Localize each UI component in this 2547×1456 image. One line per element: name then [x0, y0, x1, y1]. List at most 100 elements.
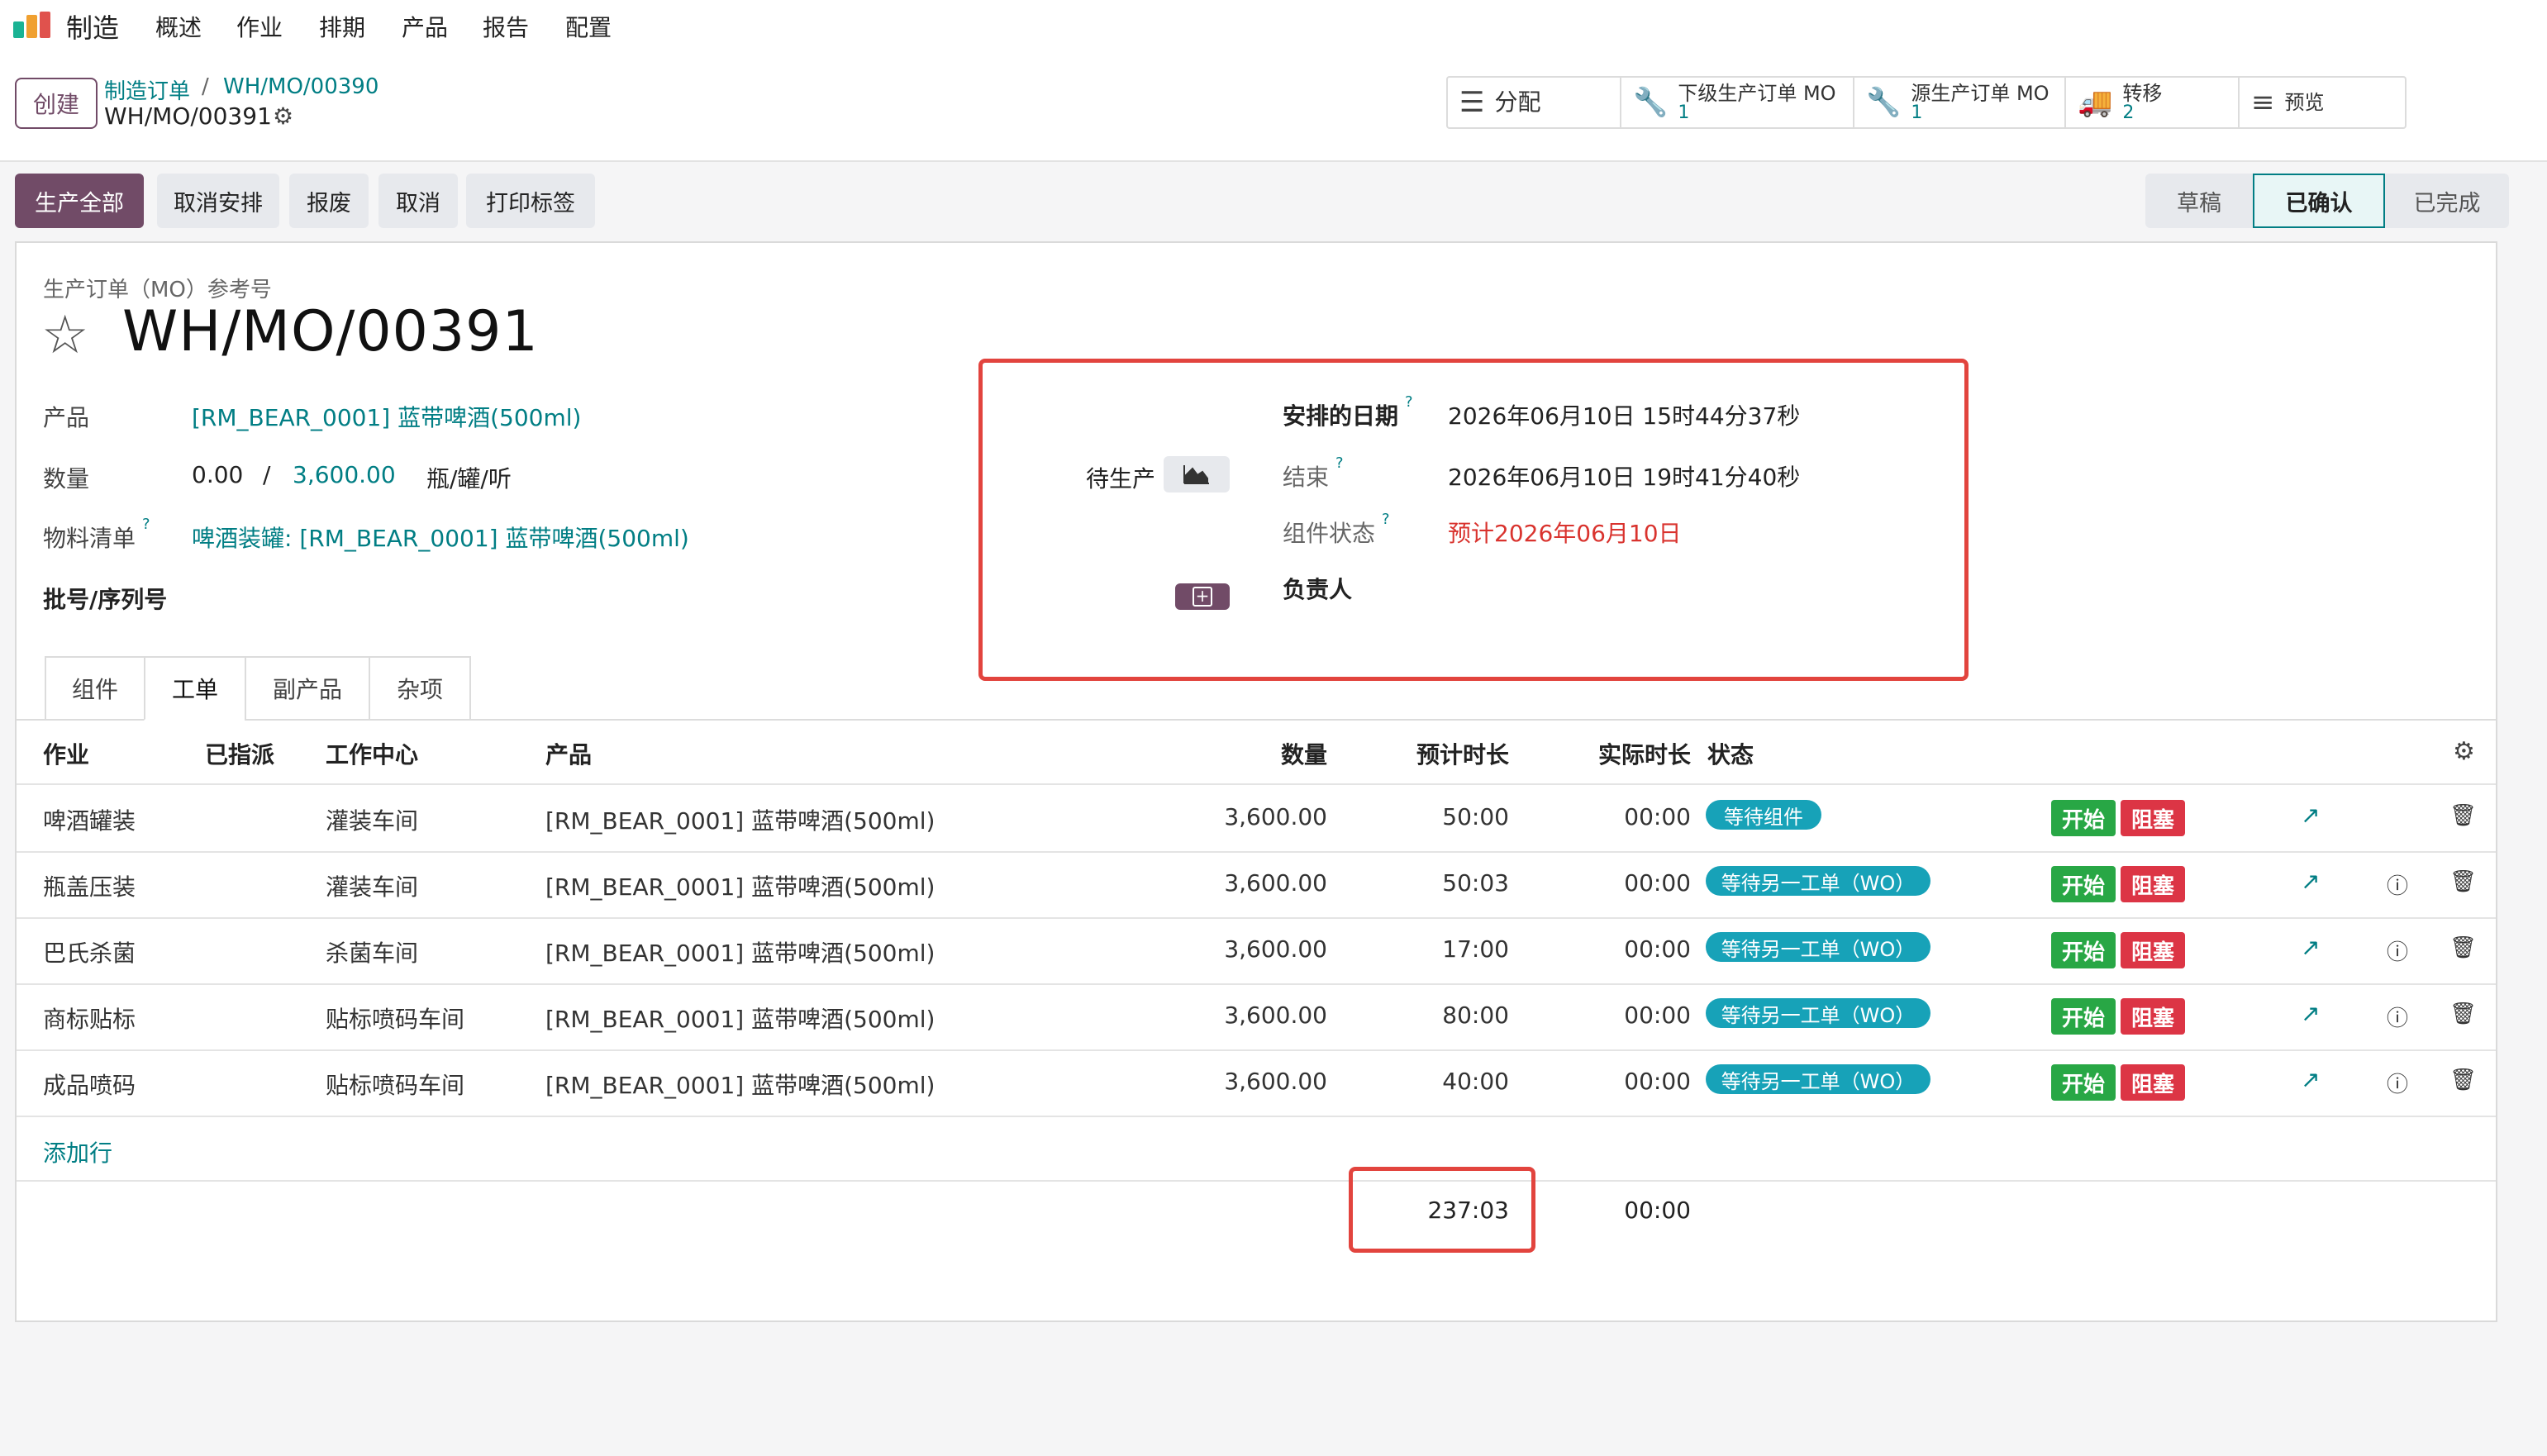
column-header-operation[interactable]: 作业 [43, 737, 89, 770]
component-status-label: 组件状态 [1283, 520, 1376, 547]
tab-work-orders[interactable]: 工单 [144, 656, 246, 721]
smart-buttons: ☰ 分配 🔧 下级生产订单 MO 1 🔧 源生产订单 MO 1 🚚 转移 2 ≡ 预览 [1446, 76, 2407, 129]
block-button[interactable]: 阻塞 [2121, 1064, 2185, 1101]
optional-columns-icon[interactable]: ⚙ [2453, 737, 2475, 766]
add-line-link[interactable]: 添加行 [43, 1135, 112, 1168]
real-duration-cell: 00:00 [1624, 869, 1691, 897]
status-badge: 等待另一工单（WO） [1706, 1064, 1930, 1094]
start-button[interactable]: 开始 [2051, 998, 2116, 1035]
block-button[interactable]: 阻塞 [2121, 998, 2185, 1035]
tab-by-products[interactable]: 副产品 [245, 656, 370, 721]
start-button[interactable]: 开始 [2051, 866, 2116, 902]
help-icon[interactable]: ? [1405, 393, 1413, 411]
start-button[interactable]: 开始 [2051, 800, 2116, 836]
manufacturing-app-icon[interactable] [13, 12, 51, 38]
trash-icon[interactable]: 🗑 [2449, 935, 2477, 960]
real-duration-cell: 00:00 [1624, 1002, 1691, 1029]
status-done[interactable]: 已完成 [2385, 174, 2509, 228]
add-responsible-button[interactable]: + [1175, 583, 1230, 610]
quantity-total[interactable]: 3,600.00 [293, 461, 396, 488]
smart-button-preview[interactable]: ≡ 预览 [2240, 78, 2405, 127]
product-label: 产品 [43, 404, 90, 431]
product-cell: [RM_BEAR_0001] 蓝带啤酒(500ml) [545, 807, 935, 835]
star-icon[interactable]: ☆ [41, 309, 88, 362]
quantity-unit[interactable]: 瓶/罐/听 [426, 461, 512, 494]
status-confirmed[interactable]: 已确认 [2253, 174, 2385, 228]
status-badge: 等待另一工单（WO） [1706, 866, 1930, 896]
column-header-workcenter[interactable]: 工作中心 [326, 737, 418, 770]
nav-menu-overview[interactable]: 概述 [155, 10, 202, 43]
help-icon[interactable]: ? [142, 516, 150, 533]
tab-components[interactable]: 组件 [45, 656, 145, 721]
gear-icon[interactable]: ⚙ [273, 102, 293, 130]
column-header-product[interactable]: 产品 [545, 737, 592, 770]
bars-icon: ≡ [2251, 86, 2275, 119]
smart-button-transfers[interactable]: 🚚 转移 2 [2066, 78, 2240, 127]
nav-menu-configuration[interactable]: 配置 [565, 10, 612, 43]
open-external-icon[interactable]: ↗ [2301, 934, 2320, 961]
status-draft[interactable]: 草稿 [2145, 174, 2253, 228]
open-external-icon[interactable]: ↗ [2301, 802, 2320, 829]
trash-icon[interactable]: 🗑 [2449, 1002, 2477, 1026]
expected-duration-cell: 17:00 [1442, 935, 1509, 963]
row-divider [17, 917, 2496, 919]
bom-field[interactable]: 啤酒装罐: [RM_BEAR_0001] 蓝带啤酒(500ml) [192, 521, 689, 554]
product-field[interactable]: [RM_BEAR_0001] 蓝带啤酒(500ml) [192, 400, 581, 433]
column-header-status[interactable]: 状态 [1707, 737, 1754, 770]
smart-button-allocation[interactable]: ☰ 分配 [1448, 78, 1621, 127]
cancel-button[interactable]: 取消 [378, 174, 458, 228]
forecast-chart-button[interactable] [1164, 456, 1230, 492]
app-brand-title[interactable]: 制造 [66, 7, 119, 45]
tab-miscellaneous[interactable]: 杂项 [369, 656, 471, 721]
block-button[interactable]: 阻塞 [2121, 866, 2185, 902]
nav-menu-products[interactable]: 产品 [402, 10, 448, 43]
trash-icon[interactable]: 🗑 [2449, 869, 2477, 894]
breadcrumb-mo-list[interactable]: 制造订单 [104, 74, 190, 105]
column-header-expected-duration[interactable]: 预计时长 [1416, 737, 1509, 770]
operation-cell: 啤酒罐装 [43, 807, 136, 835]
breadcrumb-parent-mo[interactable]: WH/MO/00390 [223, 74, 378, 99]
open-external-icon[interactable]: ↗ [2301, 1066, 2320, 1093]
smart-button-source-mo[interactable]: 🔧 源生产订单 MO 1 [1854, 78, 2066, 127]
total-real-duration: 00:00 [1624, 1197, 1691, 1224]
nav-menu-reporting[interactable]: 报告 [483, 10, 529, 43]
block-button[interactable]: 阻塞 [2121, 800, 2185, 836]
product-cell: [RM_BEAR_0001] 蓝带啤酒(500ml) [545, 873, 935, 901]
column-header-quantity[interactable]: 数量 [1240, 737, 1327, 770]
column-header-assigned[interactable]: 已指派 [205, 737, 274, 770]
info-icon[interactable]: ⓘ [2387, 935, 2408, 966]
quantity-cell: 3,600.00 [1224, 935, 1327, 963]
quantity-separator: / [263, 461, 271, 488]
info-icon[interactable]: ⓘ [2387, 869, 2408, 900]
block-button[interactable]: 阻塞 [2121, 932, 2185, 968]
scheduled-date-label: 安排的日期 [1283, 402, 1399, 430]
help-icon[interactable]: ? [1335, 454, 1344, 472]
end-date-field[interactable]: 2026年06月10日 19时41分40秒 [1448, 459, 1800, 492]
nav-menu-operations[interactable]: 作业 [236, 10, 283, 43]
trash-icon[interactable]: 🗑 [2449, 1068, 2477, 1092]
unplan-button[interactable]: 取消安排 [157, 174, 279, 228]
open-external-icon[interactable]: ↗ [2301, 1000, 2320, 1027]
start-button[interactable]: 开始 [2051, 932, 2116, 968]
help-icon[interactable]: ? [1382, 511, 1390, 528]
start-button[interactable]: 开始 [2051, 1064, 2116, 1101]
info-icon[interactable]: ⓘ [2387, 1002, 2408, 1032]
column-header-real-duration[interactable]: 实际时长 [1598, 737, 1691, 770]
scheduled-date-field[interactable]: 2026年06月10日 15时44分37秒 [1448, 398, 1800, 431]
smart-button-child-mo[interactable]: 🔧 下级生产订单 MO 1 [1621, 78, 1854, 127]
work-order-rows: 啤酒罐装 灌装车间 [RM_BEAR_0001] 蓝带啤酒(500ml) 3,6… [0, 785, 2547, 1119]
open-external-icon[interactable]: ↗ [2301, 868, 2320, 895]
nav-menu-planning[interactable]: 排期 [319, 10, 365, 43]
real-duration-cell: 00:00 [1624, 1068, 1691, 1095]
wrench-icon: 🔧 [1633, 86, 1669, 119]
produce-all-button[interactable]: 生产全部 [15, 174, 144, 228]
status-badge: 等待另一工单（WO） [1706, 932, 1930, 962]
info-icon[interactable]: ⓘ [2387, 1068, 2408, 1098]
quantity-produced[interactable]: 0.00 [192, 461, 243, 488]
create-button[interactable]: 创建 [15, 78, 98, 129]
print-labels-button[interactable]: 打印标签 [466, 174, 595, 228]
trash-icon[interactable]: 🗑 [2449, 803, 2477, 828]
scrap-button[interactable]: 报废 [289, 174, 369, 228]
component-status-value: 预计2026年06月10日 [1448, 520, 1682, 547]
row-divider [17, 1116, 2496, 1117]
